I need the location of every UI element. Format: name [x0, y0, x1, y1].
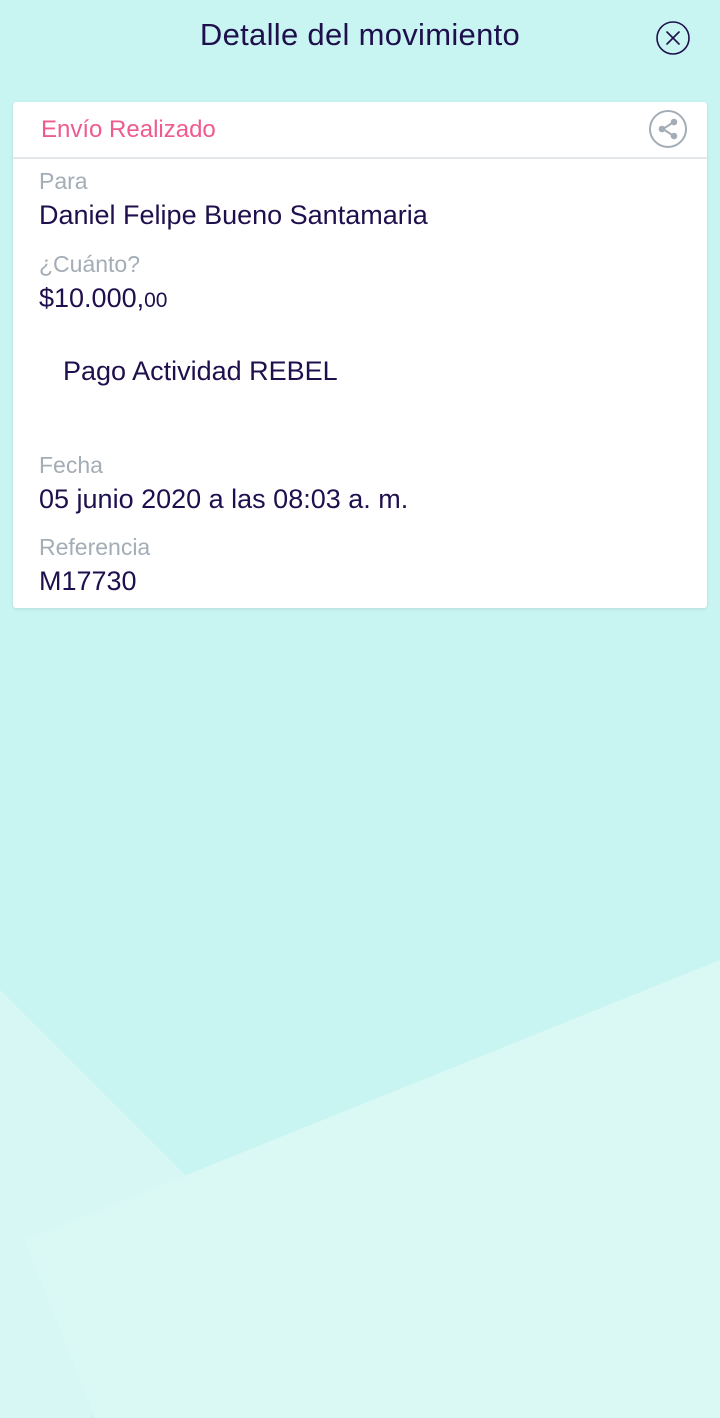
amount-cents: 00: [144, 289, 168, 312]
reference-label: Referencia: [39, 534, 151, 560]
page-title: Detalle del movimiento: [199, 17, 521, 52]
amount-integer: $10.000,: [39, 283, 145, 313]
date-value: 05 junio 2020 a las 08:03 a. m.: [39, 484, 409, 514]
amount-label: ¿Cuánto?: [39, 251, 141, 277]
movement-detail-card: Envío Realizado Para Daniel Felipe Bueno…: [13, 102, 707, 608]
share-icon: [649, 110, 687, 148]
date-label: Fecha: [39, 452, 103, 478]
share-button[interactable]: [648, 109, 688, 149]
top-bar: Detalle del movimiento: [0, 0, 720, 80]
recipient-name: Daniel Felipe Bueno Santamaria: [39, 200, 428, 230]
reference-value: M17730: [39, 566, 137, 596]
card-header: Envío Realizado: [13, 102, 707, 159]
payment-concept: Pago Actividad REBEL: [63, 356, 338, 386]
status-label: Envío Realizado: [41, 116, 216, 143]
recipient-label: Para: [39, 168, 88, 194]
close-button[interactable]: [655, 20, 691, 56]
amount-value: $10.000,00: [39, 280, 167, 319]
close-circle-icon: [656, 21, 690, 55]
